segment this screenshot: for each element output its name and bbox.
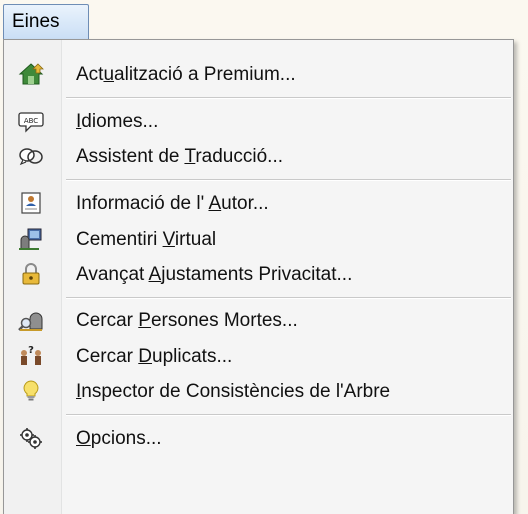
menu-item-virtual-cemetery[interactable]: Cementiri Virtual	[4, 221, 513, 257]
menu-item-tree-consistency-inspector[interactable]: Inspector de Consistències de l'Arbre	[4, 373, 513, 409]
menu-separator	[66, 297, 511, 299]
translation-bubbles-icon	[18, 144, 44, 168]
svg-text:ABC: ABC	[24, 117, 38, 125]
duplicate-persons-icon: ?	[18, 344, 44, 368]
menu-item-label: Cercar Duplicats...	[76, 346, 233, 367]
menu-item-label: Actualització a Premium...	[76, 64, 296, 85]
menu-item-translation-assistant[interactable]: Assistent de Traducció...	[4, 138, 513, 174]
author-card-icon	[18, 191, 44, 215]
menu-bar: Eines	[0, 0, 528, 42]
menu-separator	[66, 179, 511, 181]
search-gravestone-icon	[18, 308, 44, 332]
menu-item-label: Opcions...	[76, 428, 162, 449]
menu-item-languages[interactable]: ABC Idiomes...	[4, 103, 513, 139]
menu-item-label: Inspector de Consistències de l'Arbre	[76, 381, 391, 402]
menu-item-advanced-privacy[interactable]: Avançat Ajustaments Privacitat...	[4, 256, 513, 292]
virtual-cemetery-icon	[18, 227, 44, 251]
gears-icon	[18, 426, 44, 450]
menu-item-label: Avançat Ajustaments Privacitat...	[76, 264, 353, 285]
padlock-icon	[18, 262, 44, 286]
menubar-item-tools[interactable]: Eines	[3, 4, 89, 40]
menu-item-label: Assistent de Traducció...	[76, 146, 283, 167]
menu-item-label: Informació de l' Autor...	[76, 193, 269, 214]
menu-item-author-info[interactable]: Informació de l' Autor...	[4, 185, 513, 221]
menu-separator	[66, 414, 511, 416]
svg-text:?: ?	[28, 345, 34, 356]
tools-dropdown-menu: Actualització a Premium... ABC Idiomes..…	[3, 39, 514, 514]
menu-separator	[66, 97, 511, 99]
menu-item-search-duplicates[interactable]: ? Cercar Duplicats...	[4, 338, 513, 374]
menu-item-options[interactable]: Opcions...	[4, 420, 513, 456]
menu-item-upgrade-premium[interactable]: Actualització a Premium...	[4, 56, 513, 92]
house-upgrade-icon	[18, 62, 44, 86]
lightbulb-icon	[18, 379, 44, 403]
abc-speech-bubble-icon: ABC	[18, 109, 44, 133]
menu-item-label: Idiomes...	[76, 111, 159, 132]
menu-item-label: Cercar Persones Mortes...	[76, 310, 298, 331]
menu-item-label: Cementiri Virtual	[76, 229, 217, 250]
menu-item-search-deceased[interactable]: Cercar Persones Mortes...	[4, 302, 513, 338]
